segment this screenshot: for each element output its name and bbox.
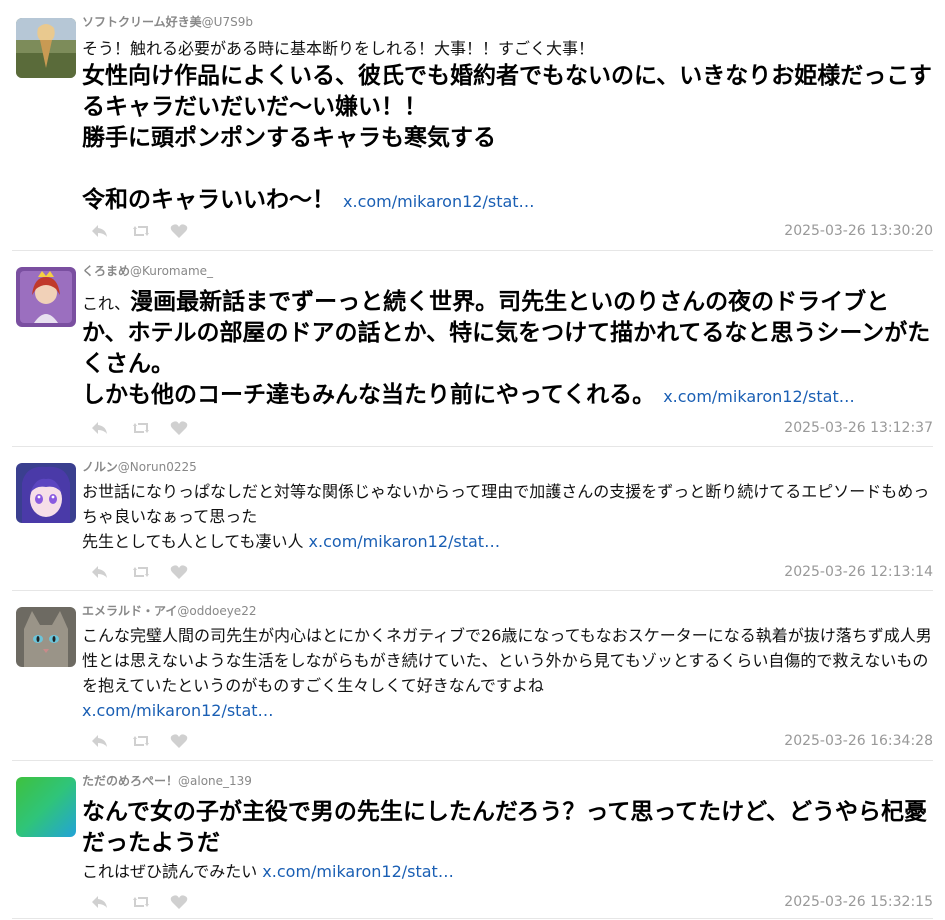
post-text-content: お世話になりっぱなしだと対等な関係じゃないからって理由で加護さんの支援をずっと断… [82,482,930,551]
post-timestamp[interactable]: 2025-03-26 16:34:28 [784,733,933,749]
repost-arrows-icon[interactable] [132,894,150,910]
post-timestamp[interactable]: 2025-03-26 13:30:20 [784,223,933,239]
reply-arrow-icon[interactable] [90,420,108,436]
author-name[interactable]: ソフトクリーム好き美 [82,15,202,29]
post-text: こんな完璧人間の司先生が内心はとにかくネガティブで26歳になってもなおスケーター… [82,623,933,723]
repost-arrows-icon[interactable] [132,733,150,749]
repost-arrows-icon[interactable] [132,420,150,436]
post-actions: 2025-03-26 15:32:15 [82,890,933,916]
author-name[interactable]: くろまめ [82,264,130,278]
post-header: エメラルド・アイ@oddoeye22 [82,603,933,619]
post-actions: 2025-03-26 13:12:37 [82,416,933,442]
repost-arrows-icon[interactable] [132,223,150,239]
post-text: これ、漫画最新話までずーっと続く世界。司先生といのりさんの夜のドライブとか、ホテ… [82,287,933,412]
reply-arrow-icon[interactable] [90,733,108,749]
author-handle[interactable]: @U7S9b [202,15,253,29]
author-handle[interactable]: @oddoeye22 [177,604,256,618]
post-timestamp[interactable]: 2025-03-26 15:32:15 [784,894,933,910]
post-link[interactable]: x.com/mikaron12/stat… [262,862,454,881]
post-link[interactable]: x.com/mikaron12/stat… [343,192,535,211]
avatar[interactable] [16,267,76,327]
post-text: お世話になりっぱなしだと対等な関係じゃないからって理由で加護さんの支援をずっと断… [82,479,933,554]
post-text-emphasis: なんで女の子が主役で男の先生にしたんだろう？って思ってたけど、どうやら杞憂だった… [82,799,928,856]
author-handle[interactable]: @Kuromame_ [130,264,213,278]
post-text: そう！触れる必要がある時に基本断りをしれる！大事！！すごく大事！ [82,39,595,58]
heart-icon[interactable] [170,420,188,436]
author-name[interactable]: エメラルド・アイ [82,604,177,618]
author-name[interactable]: ただのめろぺー！ [82,774,178,788]
post-actions: 2025-03-26 12:13:14 [82,560,933,586]
post-text-emphasis: 女性向け作品によくいる、彼氏でも婚約者でもないのに、いきなりお姫様だっこするキャ… [82,61,933,217]
heart-icon[interactable] [170,733,188,749]
post-header: ノルン@Norun0225 [82,459,933,475]
author-name[interactable]: ノルン [82,460,118,474]
post-text-prefix: これ、 [82,294,131,313]
avatar[interactable] [16,463,76,523]
post-item: くろまめ@Kuromame_ これ、漫画最新話までずーっと続く世界。司先生といの… [12,251,933,447]
post-item: ノルン@Norun0225 お世話になりっぱなしだと対等な関係じゃないからって理… [12,447,933,591]
post-text: これはぜひ読んでみたい x.com/mikaron12/stat… [82,859,933,884]
repost-arrows-icon[interactable] [132,564,150,580]
reply-arrow-icon[interactable] [90,564,108,580]
avatar[interactable] [16,777,76,837]
post-item: エメラルド・アイ@oddoeye22 こんな完璧人間の司先生が内心はとにかくネガ… [12,591,933,761]
author-handle[interactable]: @Norun0225 [118,460,197,474]
post-header: くろまめ@Kuromame_ [82,263,933,279]
post-actions: 2025-03-26 13:30:20 [82,219,933,245]
post-text-content: これはぜひ読んでみたい [82,862,258,881]
author-handle[interactable]: @alone_139 [178,774,252,788]
post-text-content: こんな完璧人間の司先生が内心はとにかくネガティブで26歳になってもなおスケーター… [82,626,932,695]
post-link[interactable]: x.com/mikaron12/stat… [82,701,274,720]
reply-arrow-icon[interactable] [90,894,108,910]
heart-icon[interactable] [170,564,188,580]
post-actions: 2025-03-26 16:34:28 [82,729,933,755]
post-text-emphasis-content: 女性向け作品によくいる、彼氏でも婚約者でもないのに、いきなりお姫様だっこするキャ… [82,63,932,213]
reply-arrow-icon[interactable] [90,223,108,239]
post-timestamp[interactable]: 2025-03-26 13:12:37 [784,420,933,436]
post-item: ソフトクリーム好き美@U7S9b そう！触れる必要がある時に基本断りをしれる！大… [12,0,933,251]
post-header: ただのめろぺー！@alone_139 [82,773,933,789]
post-item: ただのめろぺー！@alone_139 なんで女の子が主役で男の先生にしたんだろう… [12,761,933,919]
post-feed: ソフトクリーム好き美@U7S9b そう！触れる必要がある時に基本断りをしれる！大… [0,0,945,919]
post-link[interactable]: x.com/mikaron12/stat… [663,387,855,406]
post-header: ソフトクリーム好き美@U7S9b [82,14,933,30]
heart-icon[interactable] [170,223,188,239]
avatar[interactable] [16,607,76,667]
post-link[interactable]: x.com/mikaron12/stat… [309,532,501,551]
post-timestamp[interactable]: 2025-03-26 12:13:14 [784,564,933,580]
heart-icon[interactable] [170,894,188,910]
avatar[interactable] [16,18,76,78]
